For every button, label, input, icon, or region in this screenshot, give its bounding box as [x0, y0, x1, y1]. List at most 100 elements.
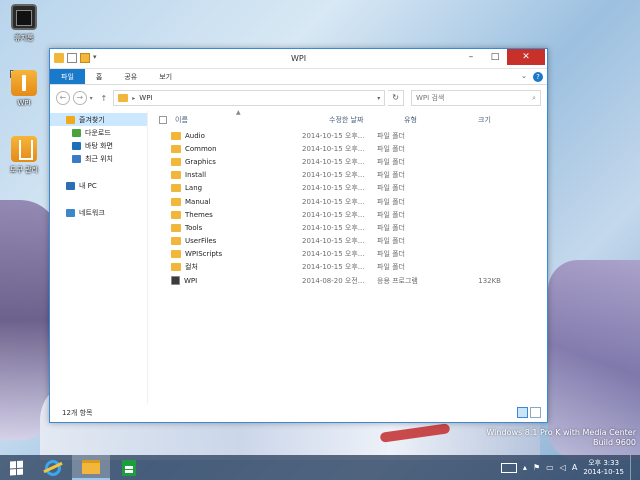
file-name: Tools	[185, 223, 203, 232]
window-controls: – □ ✕	[459, 49, 545, 65]
start-button[interactable]	[0, 455, 34, 480]
folder-icon	[171, 250, 181, 259]
taskbar-internet-explorer[interactable]	[34, 455, 72, 480]
recent-locations-dropdown[interactable]: ▾	[90, 95, 98, 102]
file-name-cell[interactable]: Themes	[148, 210, 302, 219]
address-path[interactable]: WPI	[139, 94, 373, 102]
file-row[interactable]: UserFiles 2014-10-15 오후... 파일 폴더	[148, 235, 547, 248]
tab-file[interactable]: 파일	[50, 69, 85, 84]
show-desktop-button[interactable]	[630, 455, 634, 480]
file-type: 파일 폴더	[377, 131, 405, 140]
tab-view[interactable]: 보기	[148, 69, 183, 84]
file-name: Audio	[185, 131, 205, 140]
file-date: 2014-10-15 오후...	[302, 171, 365, 180]
address-toolbar: ← → ▾ ↑ ▸ WPI ▾ ↻ ⌕	[50, 85, 547, 111]
tool-app-icon	[11, 136, 37, 162]
file-date: 2014-10-15 오후...	[302, 197, 365, 206]
taskbar-file-explorer[interactable]	[72, 455, 110, 480]
file-name-cell[interactable]: UserFiles	[148, 237, 302, 246]
file-name-cell[interactable]: Tools	[148, 223, 302, 232]
file-row[interactable]: Manual 2014-10-15 오후... 파일 폴더	[148, 195, 547, 208]
input-method-icon[interactable]: A	[572, 463, 577, 472]
folder-icon	[171, 184, 181, 193]
minimize-button[interactable]: –	[459, 49, 483, 65]
file-row[interactable]: Themes 2014-10-15 오후... 파일 폴더	[148, 208, 547, 221]
select-all-checkbox[interactable]	[159, 116, 167, 124]
back-button[interactable]: ←	[56, 91, 70, 105]
network-tray-icon[interactable]: ▭	[546, 463, 554, 472]
explorer-body: 즐겨찾기 다운로드 바탕 화면 최근 위치 내 PC 네트워크 ▲ 이름 수정한…	[50, 109, 547, 404]
file-name: UserFiles	[185, 237, 217, 246]
recent-places-icon	[72, 154, 81, 163]
nav-item-label: 내 PC	[79, 181, 97, 190]
file-row[interactable]: Install 2014-10-15 오후... 파일 폴더	[148, 169, 547, 182]
search-box[interactable]: ⌕	[411, 90, 542, 106]
nav-item-this-pc[interactable]: 내 PC	[50, 179, 147, 192]
file-row[interactable]: Tools 2014-10-15 오후... 파일 폴더	[148, 221, 547, 234]
large-icons-view-button[interactable]	[530, 407, 541, 418]
file-name: Graphics	[185, 157, 216, 166]
file-type: 파일 폴더	[377, 171, 405, 180]
desktop-icon-tool[interactable]: 도구 관리	[4, 136, 44, 175]
column-header-type[interactable]: 유형	[404, 115, 478, 125]
file-name-cell[interactable]: WPIScripts	[148, 250, 302, 259]
nav-item-network[interactable]: 네트워크	[50, 206, 147, 219]
desktop-icon-wpi[interactable]: WPI	[4, 70, 44, 107]
column-header-name[interactable]: 이름	[175, 115, 329, 125]
sort-ascending-icon: ▲	[236, 109, 241, 116]
tab-share[interactable]: 공유	[113, 69, 148, 84]
chevron-right-icon[interactable]: ▸	[132, 95, 135, 102]
file-row[interactable]: Graphics 2014-10-15 오후... 파일 폴더	[148, 155, 547, 168]
touch-keyboard-icon[interactable]	[500, 462, 517, 473]
file-explorer-icon	[82, 459, 100, 474]
chevron-down-icon[interactable]: ▾	[377, 95, 380, 102]
file-row[interactable]: Audio 2014-10-15 오후... 파일 폴더	[148, 129, 547, 142]
address-bar[interactable]: ▸ WPI ▾	[113, 90, 386, 106]
nav-item-downloads[interactable]: 다운로드	[50, 126, 147, 139]
nav-item-recent[interactable]: 최근 위치	[50, 152, 147, 165]
tab-home[interactable]: 홈	[85, 69, 113, 84]
details-view-button[interactable]	[517, 407, 528, 418]
column-header-size[interactable]: 크기	[478, 115, 528, 125]
volume-icon[interactable]: ◁	[560, 463, 566, 472]
close-button[interactable]: ✕	[507, 49, 545, 65]
file-name-cell[interactable]: Install	[148, 171, 302, 180]
up-button[interactable]: ↑	[100, 94, 110, 103]
file-row[interactable]: Common 2014-10-15 오후... 파일 폴더	[148, 142, 547, 155]
search-icon[interactable]: ⌕	[532, 94, 536, 103]
file-name-cell[interactable]: WPI	[148, 276, 302, 286]
expand-ribbon-icon[interactable]: ⌄	[521, 72, 527, 82]
folder-icon	[171, 144, 181, 153]
flag-icon[interactable]: ⚑	[533, 463, 540, 472]
file-name-cell[interactable]: Common	[148, 144, 302, 153]
file-row[interactable]: 컬처 2014-10-15 오후... 파일 폴더	[148, 261, 547, 274]
file-name-cell[interactable]: Manual	[148, 197, 302, 206]
file-name-cell[interactable]: 컬처	[148, 262, 302, 272]
nav-item-desktop[interactable]: 바탕 화면	[50, 139, 147, 152]
file-date: 2014-08-20 오전...	[302, 276, 365, 285]
file-row[interactable]: Lang 2014-10-15 오후... 파일 폴더	[148, 182, 547, 195]
nav-item-favorites[interactable]: 즐겨찾기	[50, 113, 147, 126]
search-input[interactable]	[416, 94, 517, 102]
taskbar-store[interactable]	[110, 455, 148, 480]
maximize-button[interactable]: □	[483, 49, 507, 65]
file-row[interactable]: WPIScripts 2014-10-15 오후... 파일 폴더	[148, 248, 547, 261]
refresh-button[interactable]: ↻	[388, 90, 405, 106]
folder-icon	[171, 237, 181, 246]
column-header-date[interactable]: 수정한 날짜	[329, 115, 404, 125]
file-name-cell[interactable]: Graphics	[148, 157, 302, 166]
folder-icon	[171, 157, 181, 166]
file-name-cell[interactable]: Audio	[148, 131, 302, 140]
file-date: 2014-10-15 오후...	[302, 223, 365, 232]
file-name-cell[interactable]: Lang	[148, 184, 302, 193]
clock[interactable]: 오후 3:33 2014-10-15	[583, 459, 624, 477]
help-icon[interactable]: ?	[533, 72, 543, 82]
forward-button[interactable]: →	[72, 91, 87, 105]
desktop-icon-recycle-bin[interactable]: 휴지통	[4, 4, 44, 43]
file-row[interactable]: WPI 2014-08-20 오전... 응용 프로그램 132KB	[148, 274, 547, 287]
folder-icon	[171, 197, 181, 206]
windows-logo-icon	[10, 460, 24, 475]
internet-explorer-icon	[45, 459, 61, 476]
title-bar[interactable]: ▾ WPI – □ ✕	[50, 49, 547, 69]
show-hidden-icons-icon[interactable]: ▴	[523, 463, 527, 472]
